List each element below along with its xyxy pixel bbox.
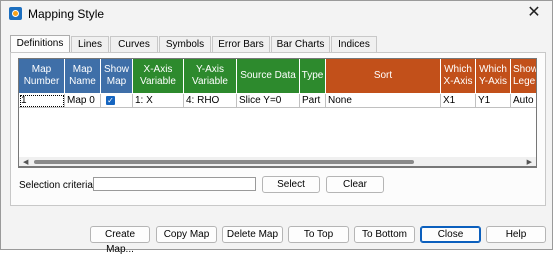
cell-which-x-axis[interactable]: X1 <box>441 94 476 108</box>
to-bottom-button[interactable]: To Bottom <box>354 226 415 243</box>
header-sort[interactable]: Sort <box>326 59 441 93</box>
cell-y-axis-variable[interactable]: 4: RHO <box>184 94 237 108</box>
to-top-button[interactable]: To Top <box>288 226 349 243</box>
header-label: Which Y-Axis <box>479 64 507 87</box>
header-label: Sort <box>373 70 393 81</box>
window-title: Mapping Style <box>28 7 105 21</box>
header-label: Source Data <box>240 70 296 81</box>
close-button[interactable]: Close <box>420 226 481 243</box>
header-map-name[interactable]: Map Name <box>65 59 101 93</box>
cell-show-map[interactable]: ✓ <box>101 94 133 108</box>
header-label: Which X-Axis <box>443 64 473 87</box>
tab-indices[interactable]: Indices <box>331 36 377 52</box>
cell-source-data[interactable]: Slice Y=0 <box>237 94 300 108</box>
tab-bar-charts[interactable]: Bar Charts <box>271 36 330 52</box>
header-y-axis-variable[interactable]: Y-Axis Variable <box>184 59 237 93</box>
cell-sort[interactable]: None <box>326 94 441 108</box>
scrollbar-thumb[interactable] <box>34 160 414 164</box>
header-label: Map Name <box>69 64 96 87</box>
header-label: Map Number <box>23 64 60 87</box>
header-label: Y-Axis Variable <box>192 64 228 87</box>
help-button[interactable]: Help <box>486 226 546 243</box>
app-icon <box>9 7 22 20</box>
checkmark-icon[interactable]: ✓ <box>106 96 115 105</box>
header-x-axis-variable[interactable]: X-Axis Variable <box>133 59 184 93</box>
tab-error-bars[interactable]: Error Bars <box>212 36 270 52</box>
cell-map-number[interactable]: 1 <box>19 94 65 108</box>
select-button[interactable]: Select <box>262 176 320 193</box>
header-show-map[interactable]: Show Map <box>101 59 133 93</box>
header-type[interactable]: Type <box>300 59 326 93</box>
header-label: X-Axis Variable <box>140 64 176 87</box>
clear-button[interactable]: Clear <box>326 176 384 193</box>
header-source-data[interactable]: Source Data <box>237 59 300 93</box>
horizontal-scrollbar[interactable]: ◀ ▶ <box>18 157 537 167</box>
cell-type[interactable]: Part <box>300 94 326 108</box>
cell-which-y-axis[interactable]: Y1 <box>476 94 511 108</box>
scroll-right-icon[interactable]: ▶ <box>527 158 532 166</box>
header-which-x-axis[interactable]: Which X-Axis <box>441 59 476 93</box>
cell-show-legend[interactable]: Auto <box>511 94 536 108</box>
header-map-number[interactable]: Map Number <box>19 59 65 93</box>
mapping-style-dialog: Mapping Style ✕ Definitions Lines Curves… <box>0 0 553 255</box>
header-show-legend[interactable]: Show Lege <box>511 59 537 93</box>
close-window-button[interactable]: ✕ <box>522 3 546 23</box>
definitions-panel: Map Number Map Name Show Map X-Axis Vari… <box>10 52 546 206</box>
scroll-left-icon[interactable]: ◀ <box>23 158 28 166</box>
create-map-button[interactable]: Create Map... <box>90 226 150 255</box>
mapping-grid[interactable]: Map Number Map Name Show Map X-Axis Vari… <box>18 58 537 168</box>
header-which-y-axis[interactable]: Which Y-Axis <box>476 59 511 93</box>
cell-map-name[interactable]: Map 0 <box>65 94 101 108</box>
header-label: Show Lege <box>513 64 537 87</box>
cell-x-axis-variable[interactable]: 1: X <box>133 94 184 108</box>
header-label: Show Map <box>103 64 129 87</box>
copy-map-button[interactable]: Copy Map <box>156 226 217 243</box>
tab-lines[interactable]: Lines <box>71 36 109 52</box>
tab-curves[interactable]: Curves <box>110 36 158 52</box>
selection-criteria-input[interactable] <box>93 177 256 191</box>
delete-map-button[interactable]: Delete Map <box>222 226 283 243</box>
tab-symbols[interactable]: Symbols <box>159 36 211 52</box>
header-label: Type <box>301 70 324 81</box>
title-bar: Mapping Style ✕ <box>1 1 552 27</box>
tab-definitions[interactable]: Definitions <box>10 35 70 53</box>
selection-criteria-label: Selection criteria: <box>19 180 96 191</box>
